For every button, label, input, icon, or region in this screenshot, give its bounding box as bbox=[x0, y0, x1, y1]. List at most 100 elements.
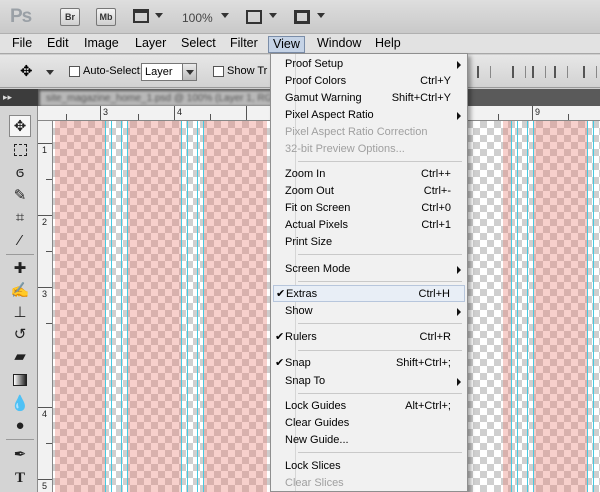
pen-tool-icon[interactable]: ✒ bbox=[9, 444, 31, 466]
distribute-top-icon[interactable] bbox=[512, 66, 526, 78]
auto-select-checkbox[interactable] bbox=[69, 66, 80, 77]
menu-window[interactable]: Window bbox=[313, 36, 365, 53]
menu-help[interactable]: Help bbox=[371, 36, 405, 53]
menu-item-shortcut: Ctrl+- bbox=[423, 185, 451, 197]
menu-item-pixel-aspect-ratio[interactable]: Pixel Aspect Ratio bbox=[273, 107, 465, 124]
menu-item-fit-on-screen[interactable]: Fit on Screen Ctrl+0 bbox=[273, 200, 465, 217]
menu-item-pixel-aspect-ratio-correction[interactable]: Pixel Aspect Ratio Correction bbox=[273, 124, 465, 141]
eraser-tool-icon[interactable]: ▰ bbox=[9, 346, 31, 368]
blur-tool-icon[interactable]: 💧 bbox=[9, 393, 31, 415]
menu-item-zoom-out[interactable]: Zoom Out Ctrl+- bbox=[273, 183, 465, 200]
grid-column bbox=[127, 121, 181, 492]
menu-view[interactable]: View bbox=[268, 36, 305, 53]
menu-item-new-guide[interactable]: New Guide... bbox=[273, 432, 465, 449]
mini-bridge-button[interactable]: Mb bbox=[96, 8, 116, 26]
menu-item-screen-mode[interactable]: Screen Mode bbox=[273, 261, 465, 278]
menu-item-lock-guides[interactable]: Lock Guides Alt+Ctrl+; bbox=[273, 398, 465, 415]
view-extras-button[interactable] bbox=[133, 8, 165, 26]
chevron-down-icon[interactable] bbox=[317, 13, 325, 18]
zoom-level-display[interactable]: 100% bbox=[182, 11, 213, 25]
crop-tool-icon[interactable]: ⌗ bbox=[9, 207, 31, 229]
menu-item-zoom-in[interactable]: Zoom In Ctrl++ bbox=[273, 166, 465, 183]
type-tool-icon[interactable]: T bbox=[9, 467, 31, 489]
photoshop-logo: Ps bbox=[10, 6, 32, 27]
vertical-ruler[interactable]: 1 2 3 4 5 bbox=[38, 121, 53, 492]
menu-item-snap[interactable]: ✔ Snap Shift+Ctrl+; bbox=[273, 355, 465, 372]
lasso-tool-icon[interactable]: ϭ bbox=[9, 162, 31, 184]
menu-item-gamut-warning[interactable]: Gamut Warning Shift+Ctrl+Y bbox=[273, 90, 465, 107]
guide-line[interactable] bbox=[127, 121, 128, 492]
menu-item-proof-setup[interactable]: Proof Setup bbox=[273, 56, 465, 73]
guide-line[interactable] bbox=[511, 121, 512, 492]
menu-item-label: Extras bbox=[286, 288, 318, 300]
quick-selection-tool-icon[interactable]: ✎ bbox=[9, 185, 31, 207]
menu-item-shortcut: Ctrl+Y bbox=[420, 75, 451, 87]
menu-separator bbox=[298, 452, 462, 453]
menu-filter[interactable]: Filter bbox=[226, 36, 262, 53]
menu-item-extras[interactable]: ✔ Extras Ctrl+H bbox=[273, 285, 465, 302]
guide-line[interactable] bbox=[111, 121, 112, 492]
guide-line[interactable] bbox=[203, 121, 204, 492]
guide-line[interactable] bbox=[517, 121, 518, 492]
show-transform-checkbox[interactable] bbox=[213, 66, 224, 77]
panel-collapse-icon[interactable]: ▸▸ bbox=[0, 89, 38, 106]
guide-line[interactable] bbox=[121, 121, 122, 492]
menu-item-32bit-preview-options[interactable]: 32-bit Preview Options... bbox=[273, 141, 465, 158]
guide-line[interactable] bbox=[587, 121, 588, 492]
auto-select-label: Auto-Select: bbox=[83, 65, 143, 77]
view-menu-dropdown: Proof Setup Proof Colors Ctrl+Y Gamut Wa… bbox=[270, 53, 468, 492]
guide-line[interactable] bbox=[181, 121, 182, 492]
ruler-tick bbox=[38, 143, 52, 144]
ruler-number: 3 bbox=[103, 107, 109, 117]
menu-item-label: Clear Slices bbox=[285, 477, 344, 489]
menu-file[interactable]: File bbox=[8, 36, 36, 53]
menu-item-lock-slices[interactable]: Lock Slices bbox=[273, 458, 465, 475]
history-brush-tool-icon[interactable]: ↺ bbox=[9, 324, 31, 346]
guide-line[interactable] bbox=[105, 121, 106, 492]
chevron-down-icon[interactable] bbox=[269, 13, 277, 18]
marquee-tool-icon[interactable] bbox=[9, 139, 31, 161]
guide-line[interactable] bbox=[197, 121, 198, 492]
dodge-tool-icon[interactable]: ● bbox=[9, 415, 31, 437]
move-tool-icon[interactable]: ✥ bbox=[9, 115, 31, 137]
ruler-tick bbox=[568, 114, 569, 120]
menu-item-print-size[interactable]: Print Size bbox=[273, 234, 465, 251]
grid-column bbox=[533, 121, 587, 492]
clone-stamp-tool-icon[interactable]: ⊥ bbox=[9, 302, 31, 324]
menu-edit[interactable]: Edit bbox=[43, 36, 73, 53]
menu-layer[interactable]: Layer bbox=[131, 36, 170, 53]
guide-line[interactable] bbox=[527, 121, 528, 492]
grid-column bbox=[503, 121, 511, 492]
menu-item-rulers[interactable]: ✔ Rulers Ctrl+R bbox=[273, 329, 465, 346]
guide-line[interactable] bbox=[593, 121, 594, 492]
menu-item-label: Proof Colors bbox=[285, 75, 347, 87]
bridge-button[interactable]: Br bbox=[60, 8, 80, 26]
ruler-tick bbox=[174, 106, 175, 120]
chevron-down-icon[interactable] bbox=[221, 13, 229, 18]
align-icon[interactable] bbox=[477, 66, 491, 78]
move-tool-preset[interactable]: ✥ bbox=[20, 63, 56, 81]
distribute-bottom-icon[interactable] bbox=[554, 66, 568, 78]
guide-line[interactable] bbox=[533, 121, 534, 492]
distribute-left-icon[interactable] bbox=[583, 66, 597, 78]
menu-item-label: Screen Mode bbox=[285, 263, 351, 275]
screen-mode-icon[interactable] bbox=[294, 10, 310, 24]
healing-brush-tool-icon[interactable]: ✚ bbox=[9, 258, 31, 280]
eyedropper-tool-icon[interactable]: ⁄ bbox=[9, 230, 31, 252]
menu-item-proof-colors[interactable]: Proof Colors Ctrl+Y bbox=[273, 73, 465, 90]
menu-select[interactable]: Select bbox=[177, 36, 220, 53]
menu-item-actual-pixels[interactable]: Actual Pixels Ctrl+1 bbox=[273, 217, 465, 234]
menu-item-clear-guides[interactable]: Clear Guides bbox=[273, 415, 465, 432]
brush-tool-icon[interactable]: ✍ bbox=[9, 280, 31, 302]
menu-item-show[interactable]: Show bbox=[273, 303, 465, 320]
menu-item-clear-slices[interactable]: Clear Slices bbox=[273, 475, 465, 492]
ruler-tick bbox=[38, 287, 52, 288]
menu-item-shortcut: Ctrl+1 bbox=[421, 219, 451, 231]
guide-line[interactable] bbox=[187, 121, 188, 492]
distribute-center-icon[interactable] bbox=[532, 66, 546, 78]
arrange-documents-icon[interactable] bbox=[246, 10, 262, 24]
menu-image[interactable]: Image bbox=[80, 36, 123, 53]
gradient-tool-icon[interactable] bbox=[9, 369, 31, 391]
auto-select-dropdown[interactable]: Layer bbox=[141, 63, 197, 81]
menu-item-snap-to[interactable]: Snap To bbox=[273, 373, 465, 390]
